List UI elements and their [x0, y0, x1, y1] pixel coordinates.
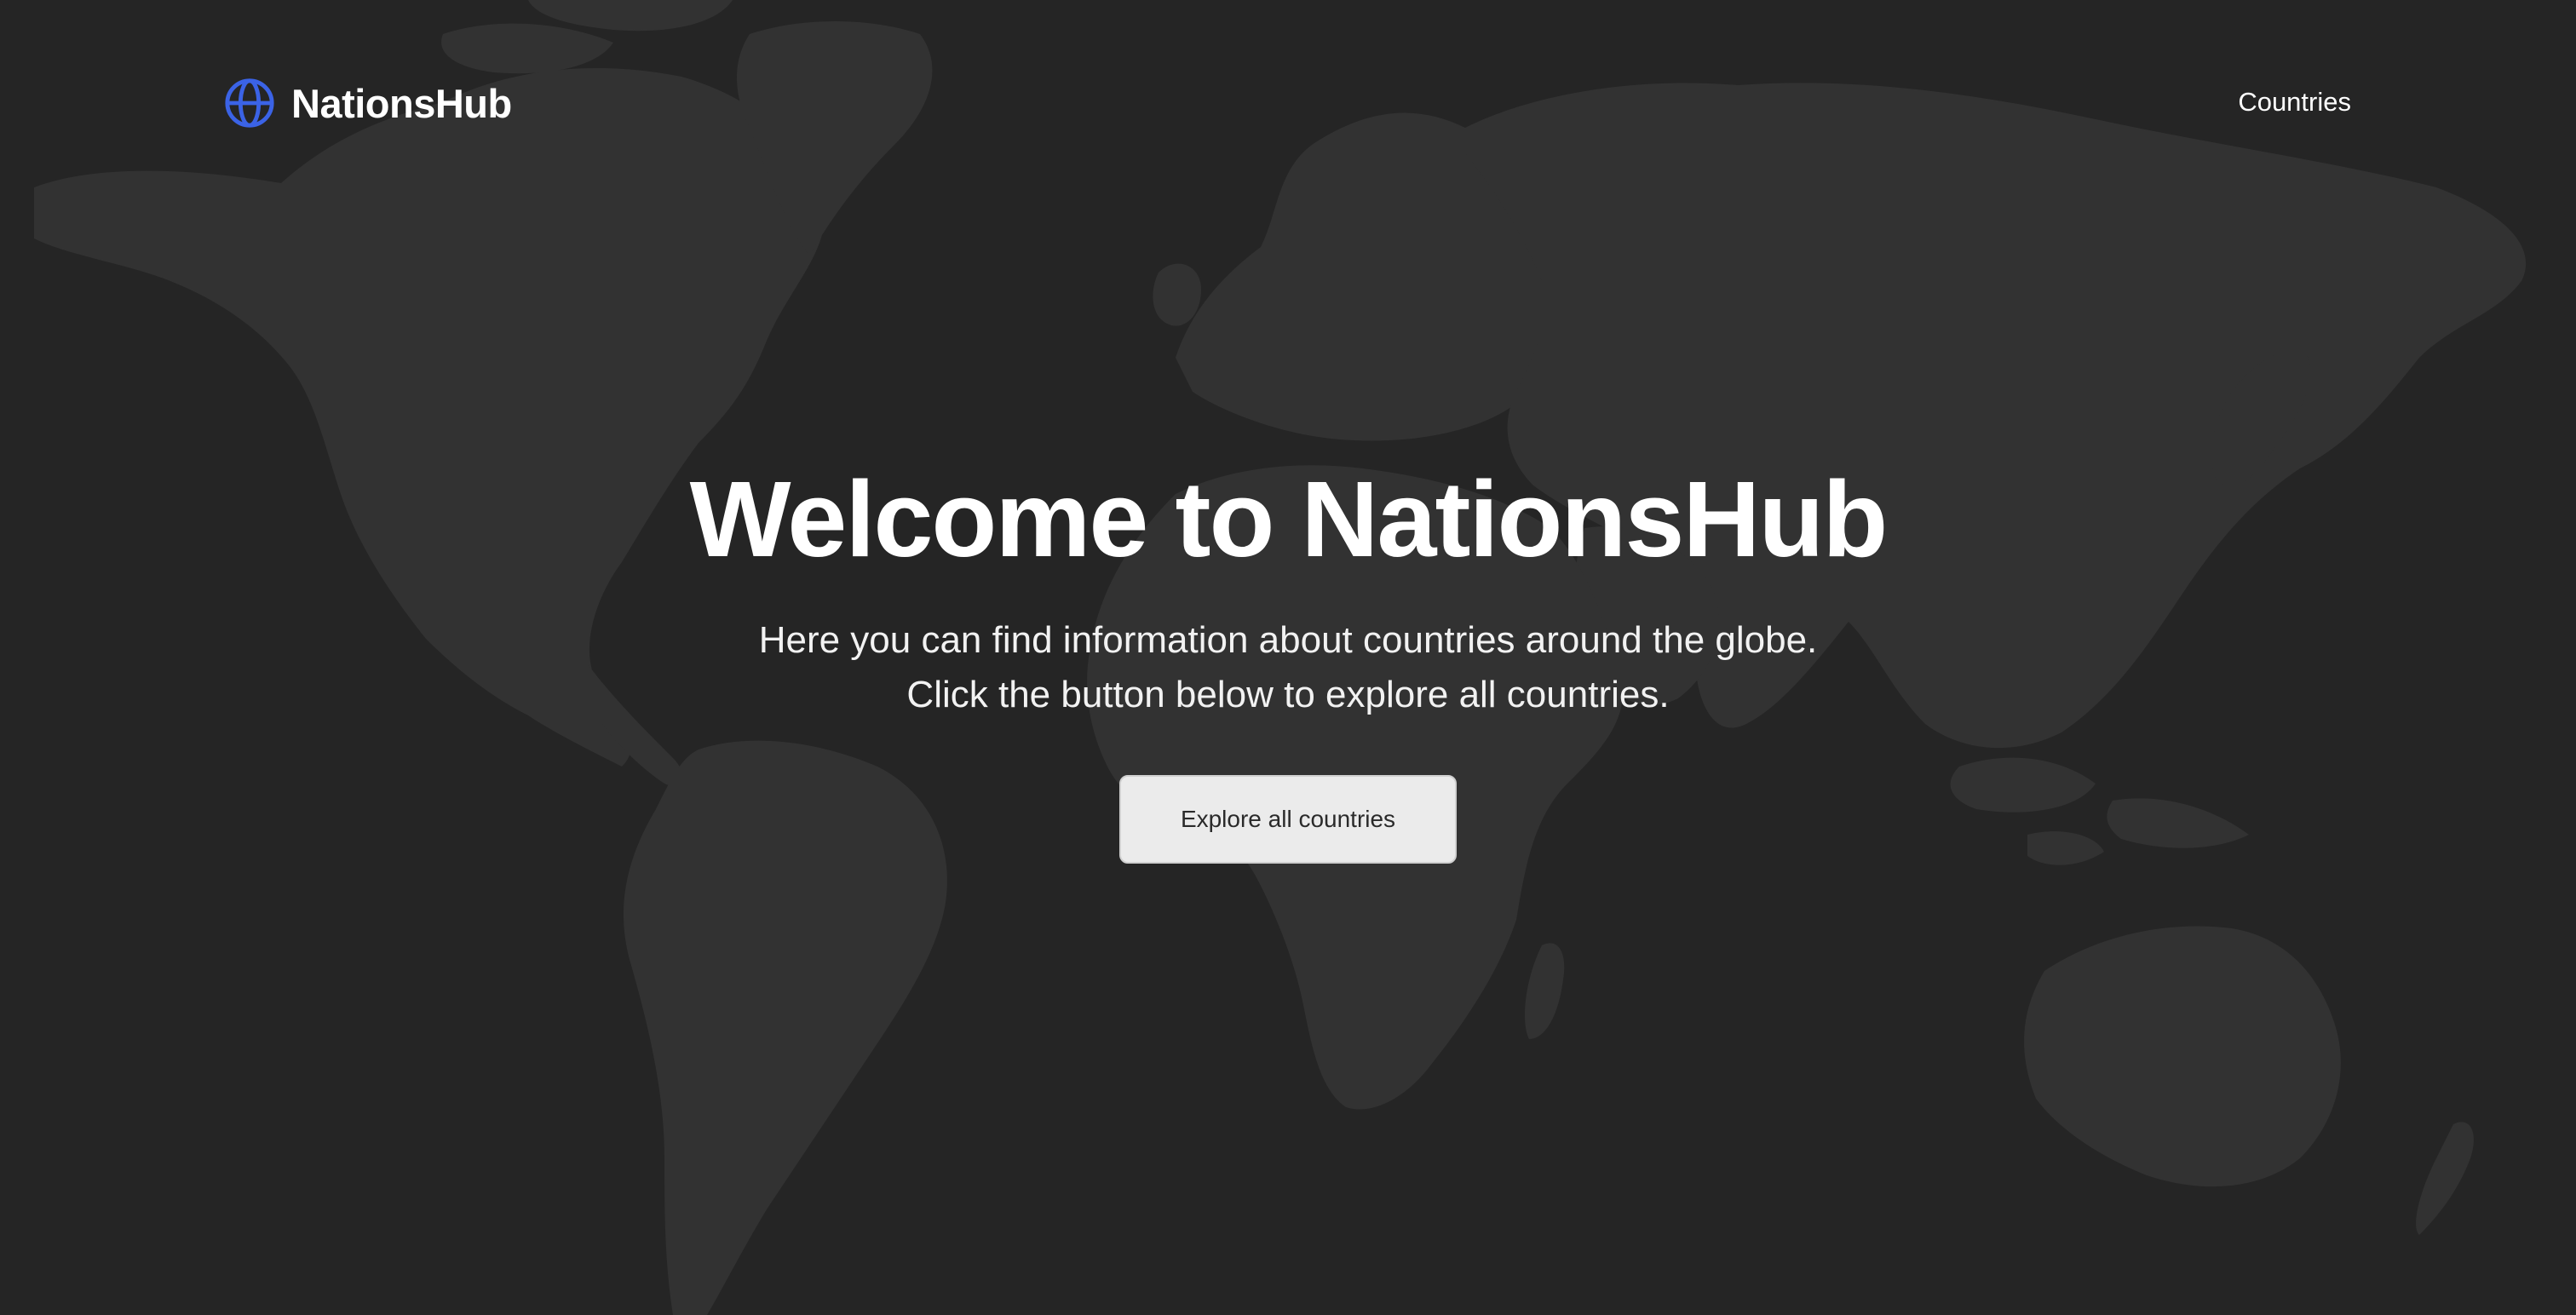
hero-subtitle-line-2: Click the button below to explore all co…	[906, 674, 1670, 715]
hero-title: Welcome to NationsHub	[689, 459, 1889, 579]
site-header: NationsHub Countries	[0, 0, 2576, 204]
map-australia	[2024, 926, 2341, 1187]
brand-home-link[interactable]: NationsHub	[223, 77, 512, 129]
hero-section: Welcome to NationsHub Here you can find …	[0, 460, 2576, 864]
globe-icon	[225, 78, 274, 128]
hero-subtitle-line-1: Here you can find information about coun…	[758, 619, 1818, 661]
explore-all-countries-button[interactable]: Explore all countries	[1119, 775, 1457, 864]
landing-page: NationsHub Countries Welcome to NationsH…	[0, 0, 2576, 1315]
brand-name: NationsHub	[291, 80, 512, 126]
nav-link-countries[interactable]: Countries	[2238, 87, 2351, 118]
map-new-zealand	[2416, 1122, 2474, 1235]
map-uk	[1153, 263, 1201, 326]
hero-subtitle: Here you can find information about coun…	[0, 613, 2576, 722]
map-madagascar	[1525, 943, 1565, 1039]
